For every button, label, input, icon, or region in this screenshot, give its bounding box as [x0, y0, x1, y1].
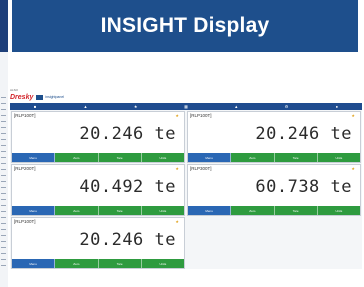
zero-button[interactable]: Zero	[231, 206, 275, 215]
tare-button[interactable]: Tare	[98, 259, 142, 268]
panel-button-bar: Menu Zero Tare Units	[12, 259, 184, 268]
display-panel: [RLP300T] ★ 60.738 te Menu Zero Tare Uni…	[187, 164, 361, 216]
load-reading: 20.246 te	[79, 230, 176, 250]
zero-button[interactable]: Zero	[55, 259, 99, 268]
menu-button[interactable]: Menu	[12, 206, 56, 215]
panel-tag: [RLP100T]	[14, 219, 36, 224]
menu-button[interactable]: Menu	[12, 259, 56, 268]
brand-small-text: ALSO	[10, 88, 19, 92]
panel-button-bar: Menu Zero Tare Units	[188, 153, 360, 162]
load-reading: 20.246 te	[255, 124, 352, 144]
grid-icon[interactable]: ▦	[183, 103, 188, 110]
settings-icon[interactable]: ⚙	[284, 103, 289, 110]
units-button[interactable]: Units	[317, 206, 360, 215]
favorite-icon[interactable]: ★	[175, 113, 179, 118]
favorite-icon[interactable]: ★	[351, 113, 355, 118]
panel-tag: [RLP200T]	[14, 166, 36, 171]
load-reading: 60.738 te	[255, 177, 352, 197]
info-icon[interactable]: ●	[334, 103, 339, 110]
display-panel: [RLP200T] ★ 40.492 te Menu Zero Tare Uni…	[11, 164, 185, 216]
chart-icon[interactable]: ▲	[234, 103, 239, 110]
menu-button[interactable]: Menu	[188, 206, 232, 215]
menu-icon[interactable]: ■	[33, 103, 38, 110]
units-button[interactable]: Units	[141, 153, 184, 162]
display-panel: [RLP100T] ★ 20.246 te Menu Zero Tare Uni…	[187, 111, 361, 163]
panel-button-bar: Menu Zero Tare Units	[188, 206, 360, 215]
tare-button[interactable]: Tare	[98, 153, 142, 162]
favorite-icon[interactable]: ★	[351, 166, 355, 171]
app-window: ALSO Dresky insightpanel ■ ▲ ★ ▦ ▲ ⚙ ● […	[10, 88, 362, 269]
menu-button[interactable]: Menu	[188, 153, 232, 162]
load-reading: 40.492 te	[79, 177, 176, 197]
brand-name: Dresky	[10, 93, 34, 101]
panel-tag: [RLP100T]	[190, 113, 212, 118]
panel-button-bar: Menu Zero Tare Units	[12, 153, 184, 162]
brand-mark-icon	[36, 94, 44, 100]
tare-button[interactable]: Tare	[98, 206, 142, 215]
tare-button[interactable]: Tare	[274, 153, 318, 162]
favorite-icon[interactable]: ★	[175, 219, 179, 224]
display-panel: [RLP100T] ★ 20.246 te Menu Zero Tare Uni…	[11, 217, 185, 269]
brand-sub-text: insightpanel	[45, 95, 65, 99]
page-title: INSIGHT Display	[12, 0, 358, 52]
panel-button-bar: Menu Zero Tare Units	[12, 206, 184, 215]
display-panel: [RLP100T] ★ 20.246 te Menu Zero Tare Uni…	[11, 111, 185, 163]
zero-button[interactable]: Zero	[55, 153, 99, 162]
display-grid: [RLP100T] ★ 20.246 te Menu Zero Tare Uni…	[10, 110, 362, 269]
brand-logo: ALSO Dresky insightpanel	[10, 88, 65, 103]
home-icon[interactable]: ▲	[83, 103, 88, 110]
toolbar: ■ ▲ ★ ▦ ▲ ⚙ ●	[10, 103, 362, 110]
panel-tag: [RLP300T]	[190, 166, 212, 171]
units-button[interactable]: Units	[141, 259, 184, 268]
load-reading: 20.246 te	[79, 124, 176, 144]
units-button[interactable]: Units	[317, 153, 360, 162]
left-dotted-edge	[0, 92, 8, 268]
left-edge-bar	[0, 0, 8, 52]
tare-button[interactable]: Tare	[274, 206, 318, 215]
zero-button[interactable]: Zero	[231, 153, 275, 162]
favorite-icon[interactable]: ★	[175, 166, 179, 171]
zero-button[interactable]: Zero	[55, 206, 99, 215]
menu-button[interactable]: Menu	[12, 153, 56, 162]
units-button[interactable]: Units	[141, 206, 184, 215]
star-icon[interactable]: ★	[133, 103, 138, 110]
panel-tag: [RLP100T]	[14, 113, 36, 118]
